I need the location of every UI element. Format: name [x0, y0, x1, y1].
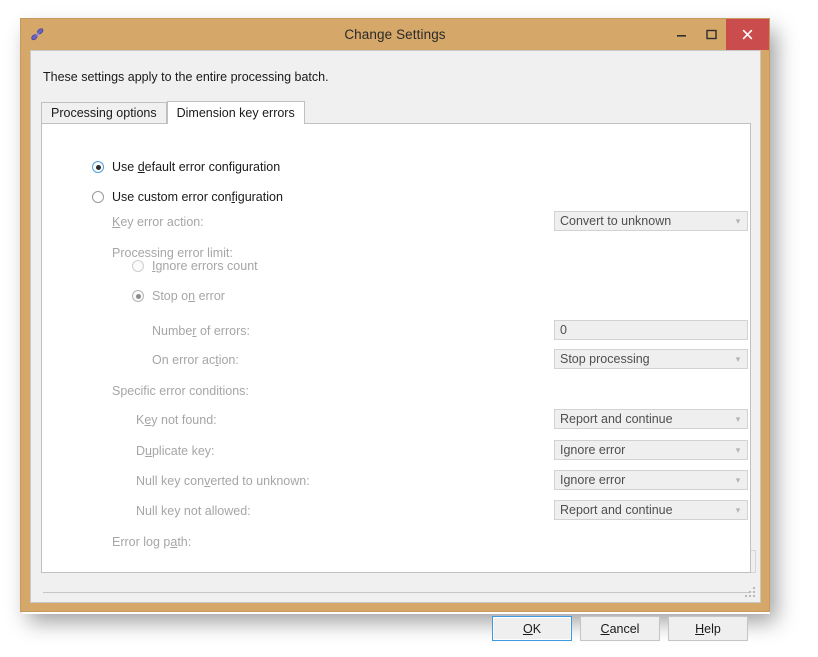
radio-label-default: Use default error configuration [112, 160, 281, 174]
maximize-icon [705, 29, 717, 40]
help-button[interactable]: Help [668, 616, 748, 641]
radio-label-custom: Use custom error configuration [112, 190, 283, 204]
combo-value-key-not-found: Report and continue [560, 412, 673, 426]
ok-button[interactable]: OK [492, 616, 572, 641]
label-processing-error-limit: Processing error limit: [112, 246, 233, 260]
change-settings-window: Change Settings These settings apply to … [20, 18, 770, 641]
maximize-button[interactable] [696, 19, 726, 50]
label-error-log-path: Error log path: [112, 535, 192, 549]
combo-value-key-error-action: Convert to unknown [560, 214, 672, 228]
combo-on-error-action[interactable]: Stop processing ▾ [554, 349, 748, 369]
footer-separator [43, 592, 750, 593]
radio-ignore-errors-count[interactable]: Ignore errors count [132, 259, 258, 273]
tab-processing-options[interactable]: Processing options [41, 102, 167, 123]
tab-panel-dimension-key-errors: Use default error configuration Use cust… [41, 123, 751, 573]
close-button[interactable] [726, 19, 769, 50]
title-bar[interactable]: Change Settings [21, 19, 769, 50]
radio-stop-on-error[interactable]: Stop on error [132, 289, 225, 303]
combo-duplicate-key[interactable]: Ignore error ▾ [554, 440, 748, 460]
radio-indicator-stop-on-error [132, 290, 144, 302]
radio-indicator-ignore-errors-count [132, 260, 144, 272]
radio-indicator-default [92, 161, 104, 173]
radio-indicator-custom [92, 191, 104, 203]
close-icon [742, 29, 753, 40]
radio-use-default-error-configuration[interactable]: Use default error configuration [92, 160, 280, 174]
ssis-package-icon [29, 26, 46, 43]
label-on-error-action: On error action: [152, 353, 239, 367]
combo-value-duplicate-key: Ignore error [560, 443, 626, 457]
window-title: Change Settings [344, 27, 446, 42]
combo-key-not-found[interactable]: Report and continue ▾ [554, 409, 748, 429]
cancel-button[interactable]: Cancel [580, 616, 660, 641]
label-specific-error-conditions: Specific error conditions: [112, 384, 249, 398]
combo-value-null-key-not-allowed: Report and continue [560, 503, 673, 517]
combo-key-error-action[interactable]: Convert to unknown ▾ [554, 211, 748, 231]
cancel-button-label: Cancel [600, 621, 640, 636]
label-duplicate-key: Duplicate key: [136, 444, 215, 458]
screenshot-root: Change Settings These settings apply to … [0, 0, 818, 657]
minimize-icon [676, 35, 686, 37]
combo-value-on-error-action: Stop processing [560, 352, 650, 366]
ok-button-label: OK [522, 621, 542, 636]
help-button-label: Help [695, 621, 721, 636]
label-null-key-not-allowed: Null key not allowed: [136, 504, 251, 518]
label-number-of-errors: Number of errors: [152, 324, 250, 338]
minimize-button[interactable] [666, 19, 696, 50]
label-null-key-converted-to-unknown: Null key converted to unknown: [136, 474, 310, 488]
chevron-down-icon: ▾ [735, 413, 741, 424]
footer-buttons: OK Cancel Help [492, 616, 748, 641]
radio-label-ignore-errors-count: Ignore errors count [152, 259, 258, 273]
window-controls [666, 19, 769, 50]
label-key-error-action: Key error action: [112, 215, 204, 229]
tab-dimension-key-errors[interactable]: Dimension key errors [166, 101, 305, 124]
chevron-down-icon: ▾ [735, 504, 741, 515]
intro-text: These settings apply to the entire proce… [43, 70, 329, 84]
chevron-down-icon: ▾ [735, 474, 741, 485]
combo-null-key-converted-to-unknown[interactable]: Ignore error ▾ [554, 470, 748, 490]
tab-strip: Processing options Dimension key errors [41, 101, 751, 124]
chevron-down-icon: ▾ [735, 444, 741, 455]
chevron-down-icon: ▾ [735, 215, 741, 226]
chevron-down-icon: ▾ [735, 353, 741, 364]
resize-grip[interactable] [745, 587, 756, 598]
combo-null-key-not-allowed[interactable]: Report and continue ▾ [554, 500, 748, 520]
radio-label-stop-on-error: Stop on error [152, 289, 225, 303]
radio-use-custom-error-configuration[interactable]: Use custom error configuration [92, 190, 283, 204]
input-number-of-errors[interactable]: 0 [554, 320, 748, 340]
input-value-number-of-errors: 0 [560, 323, 567, 337]
dialog-body: These settings apply to the entire proce… [30, 50, 761, 641]
combo-value-null-key-converted: Ignore error [560, 473, 626, 487]
label-key-not-found: Key not found: [136, 413, 217, 427]
